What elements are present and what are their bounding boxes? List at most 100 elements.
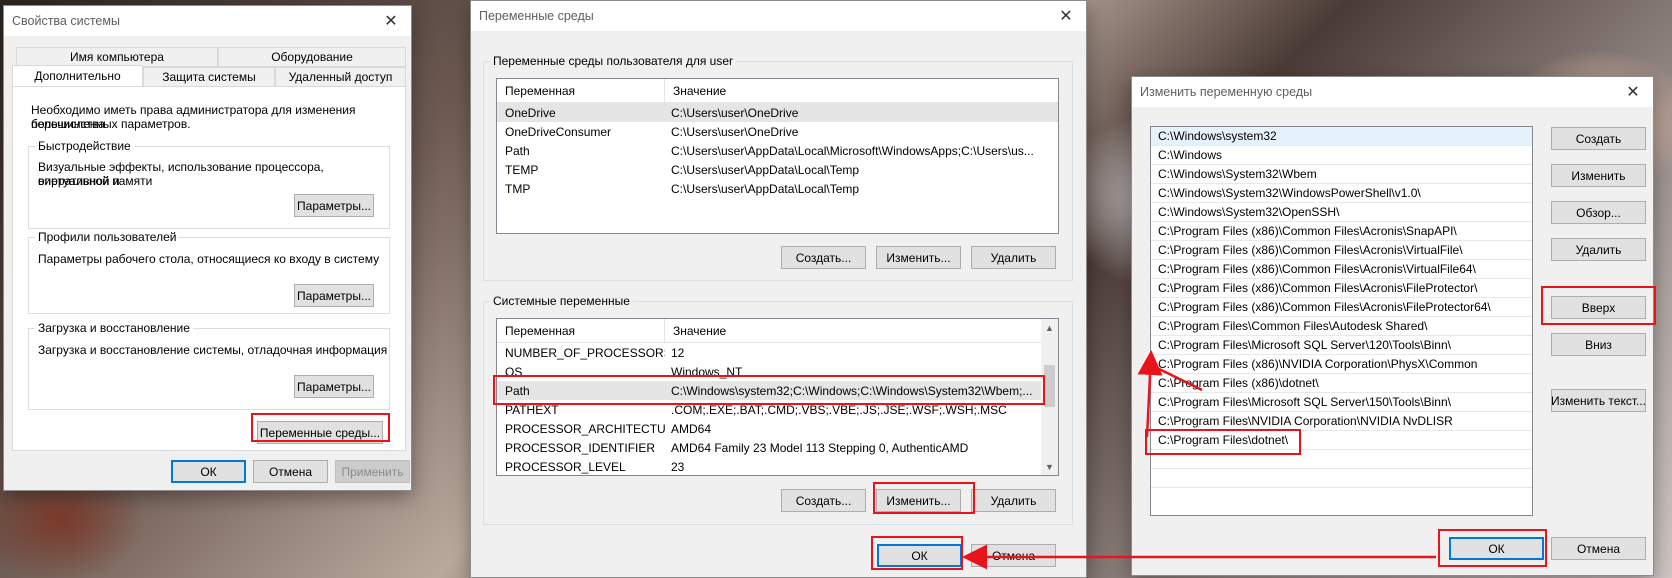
user-var-row[interactable]: OneDriveConsumer C:\Users\user\OneDrive [497, 122, 1058, 141]
advanced-tab-page: Необходимо иметь права администратора дл… [12, 86, 406, 451]
cancel-button[interactable]: Отмена [1551, 537, 1646, 560]
user-var-row[interactable]: OneDrive C:\Users\user\OneDrive [497, 103, 1058, 122]
user-edit-button[interactable]: Изменить... [876, 246, 961, 269]
browse-button[interactable]: Обзор... [1551, 201, 1646, 224]
system-properties-titlebar[interactable]: Свойства системы ✕ [4, 6, 411, 36]
system-new-button[interactable]: Создать... [781, 489, 866, 512]
system-variables-list[interactable]: Переменная Значение NUMBER_OF_PROCESSORS… [496, 318, 1059, 476]
startup-recovery-settings-button[interactable]: Параметры... [294, 375, 374, 398]
move-up-button[interactable]: Вверх [1551, 296, 1646, 319]
system-edit-button[interactable]: Изменить... [876, 489, 961, 512]
window-title: Свойства системы [12, 14, 120, 28]
column-variable[interactable]: Переменная [497, 319, 665, 342]
user-profiles-group: Профили пользователей Параметры рабочего… [28, 230, 390, 314]
path-entries-list[interactable]: C:\Windows\system32 C:\Windows C:\Window… [1150, 126, 1533, 516]
user-delete-button[interactable]: Удалить [971, 246, 1056, 269]
admin-note-line-2: перечисленных параметров. [31, 117, 191, 131]
scroll-down-icon[interactable]: ▼ [1041, 458, 1058, 475]
path-item[interactable]: C:\Program Files\Common Files\Autodesk S… [1151, 317, 1532, 336]
user-profiles-settings-button[interactable]: Параметры... [294, 284, 374, 307]
path-item[interactable]: C:\Windows [1151, 146, 1532, 165]
system-var-row[interactable]: PROCESSOR_ARCHITECTURE AMD64 [497, 419, 1058, 438]
column-value[interactable]: Значение [665, 319, 1041, 342]
tab-hardware[interactable]: Оборудование [218, 47, 406, 67]
user-variables-title: Переменные среды пользователя для user [490, 54, 737, 68]
path-item[interactable]: C:\Program Files\Microsoft SQL Server\12… [1151, 336, 1532, 355]
path-item-empty[interactable] [1151, 450, 1532, 469]
column-variable[interactable]: Переменная [497, 79, 665, 102]
user-variables-list[interactable]: Переменная Значение OneDrive C:\Users\use… [496, 78, 1059, 234]
startup-recovery-desc: Загрузка и восстановление системы, отлад… [38, 343, 388, 357]
performance-group: Быстродействие Визуальные эффекты, испол… [28, 139, 390, 229]
ok-button[interactable]: ОК [1449, 537, 1544, 560]
startup-recovery-group: Загрузка и восстановление Загрузка и вос… [28, 321, 390, 410]
system-variables-header: Переменная Значение [497, 319, 1041, 343]
system-var-row-path[interactable]: Path C:\Windows\system32;C:\Windows;C:\Wi… [497, 381, 1058, 400]
user-new-button[interactable]: Создать... [781, 246, 866, 269]
path-item[interactable]: C:\Program Files\Microsoft SQL Server\15… [1151, 393, 1532, 412]
path-item[interactable]: C:\Windows\System32\Wbem [1151, 165, 1532, 184]
apply-button[interactable]: Применить [335, 460, 410, 483]
system-variables-group: Системные переменные Переменная Значение… [483, 294, 1073, 525]
system-delete-button[interactable]: Удалить [971, 489, 1056, 512]
edit-variable-titlebar[interactable]: Изменить переменную среды ✕ [1132, 77, 1653, 107]
path-item[interactable]: C:\Program Files (x86)\Common Files\Acro… [1151, 298, 1532, 317]
user-profiles-desc: Параметры рабочего стола, относящиеся ко… [38, 252, 380, 266]
path-item[interactable]: C:\Program Files (x86)\dotnet\ [1151, 374, 1532, 393]
path-item[interactable]: C:\Windows\system32 [1151, 127, 1532, 146]
tab-computer-name[interactable]: Имя компьютера [16, 47, 218, 67]
tab-advanced[interactable]: Дополнительно [12, 65, 143, 87]
path-item[interactable]: C:\Program Files (x86)\Common Files\Acro… [1151, 222, 1532, 241]
user-var-row[interactable]: TEMP C:\Users\user\AppData\Local\Temp [497, 160, 1058, 179]
system-var-row[interactable]: PROCESSOR_IDENTIFIER AMD64 Family 23 Mode… [497, 438, 1058, 457]
new-button[interactable]: Создать [1551, 127, 1646, 150]
path-item-empty[interactable] [1151, 469, 1532, 488]
edit-button[interactable]: Изменить [1551, 164, 1646, 187]
cancel-button[interactable]: Отмена [971, 544, 1056, 567]
move-down-button[interactable]: Вниз [1551, 333, 1646, 356]
close-icon[interactable]: ✕ [1613, 77, 1653, 107]
system-var-row[interactable]: OS Windows_NT [497, 362, 1058, 381]
path-item[interactable]: C:\Program Files (x86)\Common Files\Acro… [1151, 260, 1532, 279]
close-icon[interactable]: ✕ [371, 6, 411, 36]
environment-variables-titlebar[interactable]: Переменные среды ✕ [471, 1, 1086, 31]
path-item[interactable]: C:\Windows\System32\OpenSSH\ [1151, 203, 1532, 222]
system-var-row[interactable]: NUMBER_OF_PROCESSORS 12 [497, 343, 1058, 362]
startup-recovery-title: Загрузка и восстановление [35, 321, 193, 335]
system-properties-window: Свойства системы ✕ Имя компьютера Оборуд… [3, 5, 412, 491]
ok-button[interactable]: ОК [171, 460, 246, 483]
performance-desc-2: виртуальной памяти [38, 174, 153, 188]
system-variables-scrollbar[interactable]: ▲ ▼ [1041, 319, 1058, 475]
path-item[interactable]: C:\Program Files\NVIDIA Corporation\NVID… [1151, 412, 1532, 431]
tab-remote-access[interactable]: Удаленный доступ [275, 67, 406, 87]
user-variables-header: Переменная Значение [497, 79, 1058, 103]
system-var-row[interactable]: PROCESSOR_LEVEL 23 [497, 457, 1058, 475]
ok-button[interactable]: ОК [877, 544, 962, 567]
system-variables-title: Системные переменные [490, 294, 633, 308]
user-var-row[interactable]: TMP C:\Users\user\AppData\Local\Temp [497, 179, 1058, 198]
performance-title: Быстродействие [35, 139, 134, 153]
window-title: Переменные среды [479, 9, 594, 23]
user-profiles-title: Профили пользователей [35, 230, 180, 244]
user-variables-group: Переменные среды пользователя для user П… [483, 54, 1073, 281]
cancel-button[interactable]: Отмена [253, 460, 328, 483]
window-title: Изменить переменную среды [1140, 85, 1313, 99]
scroll-up-icon[interactable]: ▲ [1041, 319, 1058, 336]
scroll-thumb[interactable] [1044, 365, 1055, 407]
close-icon[interactable]: ✕ [1046, 1, 1086, 31]
column-value[interactable]: Значение [665, 79, 1058, 102]
environment-variables-window: Переменные среды ✕ Переменные среды поль… [470, 0, 1087, 578]
system-var-row[interactable]: PATHEXT .COM;.EXE;.BAT;.CMD;.VBS;.VBE;.JS… [497, 400, 1058, 419]
user-var-row[interactable]: Path C:\Users\user\AppData\Local\Microsof… [497, 141, 1058, 160]
performance-settings-button[interactable]: Параметры... [294, 194, 374, 217]
tab-system-protection[interactable]: Защита системы [143, 67, 275, 87]
edit-text-button[interactable]: Изменить текст... [1551, 389, 1646, 412]
path-item[interactable]: C:\Program Files (x86)\NVIDIA Corporatio… [1151, 355, 1532, 374]
path-item[interactable]: C:\Program Files (x86)\Common Files\Acro… [1151, 279, 1532, 298]
path-item-dotnet[interactable]: C:\Program Files\dotnet\ [1151, 431, 1532, 450]
environment-variables-button[interactable]: Переменные среды... [257, 421, 383, 444]
delete-button[interactable]: Удалить [1551, 238, 1646, 261]
path-item[interactable]: C:\Program Files (x86)\Common Files\Acro… [1151, 241, 1532, 260]
path-item[interactable]: C:\Windows\System32\WindowsPowerShell\v1… [1151, 184, 1532, 203]
edit-variable-window: Изменить переменную среды ✕ C:\Windows\s… [1131, 76, 1654, 576]
